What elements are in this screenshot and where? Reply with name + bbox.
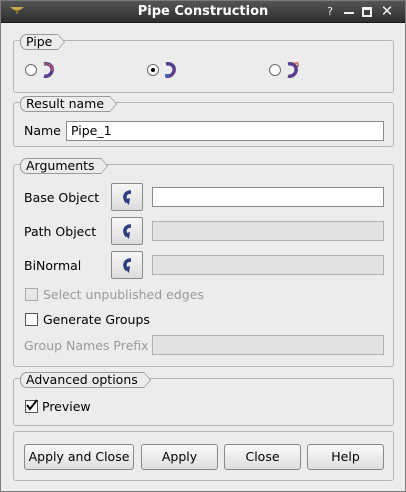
pipe-option-1-radio[interactable] (25, 64, 37, 76)
path-object-select-button[interactable] (111, 217, 143, 245)
arguments-group-title: Arguments (20, 158, 108, 174)
binormal-select-button[interactable] (111, 251, 143, 279)
binormal-label: BiNormal (24, 258, 82, 273)
generate-groups-checkbox[interactable] (25, 313, 38, 326)
pipe-option-3-radio[interactable] (269, 64, 281, 76)
path-object-label: Path Object (24, 224, 97, 239)
pipe-option-3[interactable] (269, 62, 303, 78)
pipe-option-2-radio[interactable] (147, 64, 159, 76)
close-button[interactable]: Close (224, 444, 301, 470)
pipe-shape-icon (43, 62, 54, 78)
select-unpublished-edges-label: Select unpublished edges (43, 287, 204, 302)
result-name-group-title: Result name (20, 96, 118, 112)
apply-and-close-button[interactable]: Apply and Close (24, 444, 134, 470)
advanced-options-group-title: Advanced options (20, 372, 151, 388)
preview-checkbox[interactable] (25, 399, 38, 413)
pipe-option-2[interactable] (147, 62, 181, 78)
select-unpublished-edges-checkbox[interactable] (25, 288, 38, 301)
pipe-option-1[interactable] (25, 62, 59, 78)
help-button[interactable]: Help (307, 444, 384, 470)
select-arrow-icon (123, 190, 132, 205)
base-object-select-button[interactable] (111, 183, 143, 211)
name-input[interactable]: Pipe_1 (66, 121, 384, 141)
pipe-group: Pipe (13, 34, 394, 93)
close-icon[interactable]: ✕ (379, 3, 395, 20)
preview-label: Preview (42, 399, 91, 414)
select-arrow-icon (123, 224, 132, 239)
select-arrow-icon (123, 258, 132, 273)
group-names-prefix-field[interactable] (152, 335, 384, 355)
group-names-prefix-label: Group Names Prefix (24, 338, 149, 353)
base-object-field[interactable] (152, 187, 384, 207)
maximize-icon[interactable] (359, 3, 375, 20)
help-icon[interactable]: ? (322, 3, 338, 20)
minimize-icon[interactable] (341, 3, 357, 20)
checkmark-icon (26, 399, 38, 411)
pipe-with-binormal-icon (287, 62, 299, 78)
title-bar[interactable]: Pipe Construction ? ✕ (1, 1, 405, 23)
pipe-group-title: Pipe (20, 34, 66, 50)
binormal-field[interactable] (152, 255, 384, 275)
pipe-with-profile-icon (165, 62, 176, 78)
path-object-field[interactable] (152, 221, 384, 241)
base-object-label: Base Object (24, 190, 100, 205)
generate-groups-label: Generate Groups (43, 312, 150, 327)
dialog-window: Pipe Construction ? ✕ Pipe Result name N… (0, 0, 406, 492)
name-label: Name (24, 123, 61, 138)
apply-button[interactable]: Apply (141, 444, 218, 470)
